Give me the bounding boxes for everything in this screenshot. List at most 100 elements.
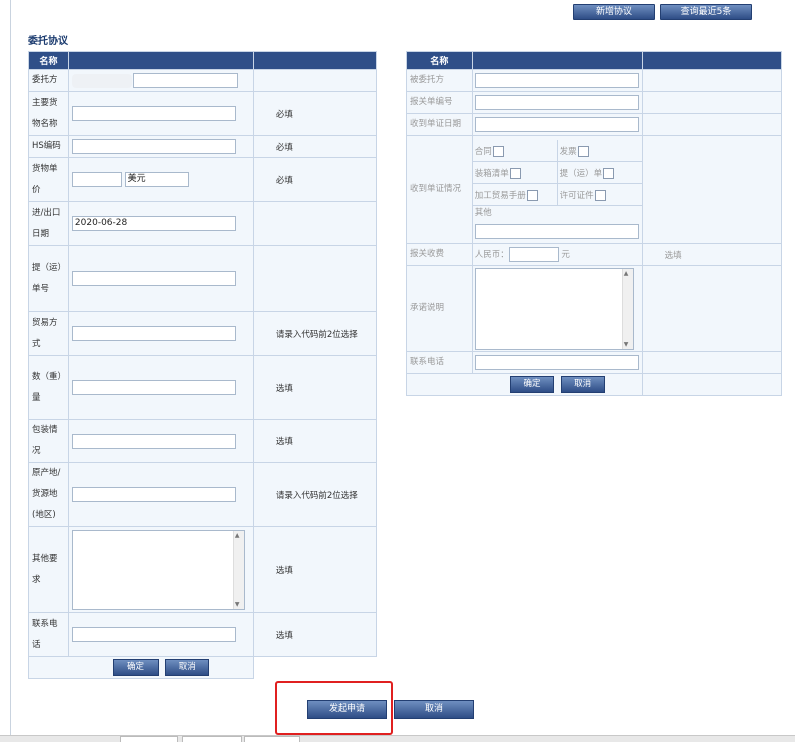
license-label: 许可证件 xyxy=(559,190,594,201)
other-hint: 选填 xyxy=(252,526,378,613)
table-row: 报关单编号 xyxy=(406,91,783,114)
table-row: 原产地/货源地(地区) 请录入代码前2位选择 xyxy=(28,462,378,527)
packing-input[interactable] xyxy=(71,433,236,449)
table-row: 包装情况 选填 xyxy=(28,419,378,463)
promise-textarea[interactable]: ▲ ▼ xyxy=(474,267,634,350)
table-row: 提（运）单号 xyxy=(28,245,378,312)
left-confirm-button[interactable]: 确定 xyxy=(112,659,159,676)
rmb-label: 人民币： xyxy=(474,250,509,260)
table-row: 主要货物名称 必填 xyxy=(28,91,378,136)
name-header: 名称 xyxy=(28,51,69,70)
table-row: 收到单证情况 合同 发票 装箱清单 提（运）单 加工贸易手册 许可证件 其他 xyxy=(406,135,783,244)
yuan-unit: 元 xyxy=(561,250,570,260)
other-textarea[interactable]: ▲ ▼ xyxy=(71,529,245,610)
table-row: 货物单价 美元 必填 xyxy=(28,157,378,202)
processing-manual-checkbox[interactable] xyxy=(526,189,538,201)
table-row: HS编码 必填 xyxy=(28,135,378,158)
origin-label: 原产地/货源地(地区) xyxy=(28,462,69,527)
hs-code-input[interactable] xyxy=(71,139,236,154)
query-recent-button[interactable]: 查询最近5条 xyxy=(660,4,752,20)
invoice-label: 发票 xyxy=(559,146,577,157)
quantity-label: 数（重）量 xyxy=(28,355,69,420)
recv-date-input[interactable] xyxy=(474,117,639,132)
goods-name-label: 主要货物名称 xyxy=(28,91,69,136)
fee-input[interactable] xyxy=(508,247,559,262)
quantity-input[interactable] xyxy=(71,380,236,395)
packing-list-checkbox[interactable] xyxy=(509,167,521,179)
bill-label: 提（运）单 xyxy=(559,168,603,179)
decl-no-input[interactable] xyxy=(474,95,639,110)
phone-label: 联系电话 xyxy=(28,612,69,657)
origin-input[interactable] xyxy=(71,487,236,502)
license-checkbox[interactable] xyxy=(594,189,606,201)
contract-label: 合同 xyxy=(474,146,492,157)
decl-no-label: 报关单编号 xyxy=(406,91,473,114)
unit-price-hint: 必填 xyxy=(252,157,378,202)
other-docs-label: 其他 xyxy=(474,208,492,219)
table-row: 联系电话 选填 xyxy=(28,612,378,657)
table-row: 被委托方 xyxy=(406,69,783,92)
hs-code-hint: 必填 xyxy=(252,135,378,158)
table-row: 其他要求 ▲ ▼ 选填 xyxy=(28,526,378,613)
submit-application-button[interactable]: 发起申请 xyxy=(307,700,387,719)
unit-price-input[interactable] xyxy=(71,172,122,187)
name-header: 名称 xyxy=(406,51,473,70)
bill-checkbox[interactable] xyxy=(603,167,615,179)
consignor-label: 委托方 xyxy=(28,69,69,92)
other-docs-input[interactable] xyxy=(474,224,639,240)
fee-hint: 选填 xyxy=(641,243,783,266)
table-row: 承诺说明 ▲ ▼ xyxy=(406,265,783,352)
other-label: 其他要求 xyxy=(28,526,69,613)
scrollbar[interactable]: ▲ ▼ xyxy=(621,268,633,349)
bottom-tab[interactable] xyxy=(244,736,300,742)
table-row: 收到单证日期 xyxy=(406,113,783,136)
contract-checkbox[interactable] xyxy=(492,145,504,157)
right-phone-input[interactable] xyxy=(474,355,639,370)
bill-label: 提（运）单号 xyxy=(28,245,69,312)
processing-manual-label: 加工贸易手册 xyxy=(474,190,526,201)
bottom-tab[interactable] xyxy=(120,736,178,742)
bottom-tab[interactable] xyxy=(182,736,242,742)
origin-hint: 请录入代码前2位选择 xyxy=(252,462,378,527)
recv-date-label: 收到单证日期 xyxy=(406,113,473,136)
scrollbar[interactable]: ▲ ▼ xyxy=(232,530,244,609)
table-row: 贸易方式 请录入代码前2位选择 xyxy=(28,311,378,356)
bill-input[interactable] xyxy=(71,271,236,286)
quantity-hint: 选填 xyxy=(252,355,378,420)
table-row: 联系电话 xyxy=(406,351,783,374)
date-input[interactable]: 2020-06-28 xyxy=(71,216,236,231)
entrusted-input[interactable] xyxy=(474,73,639,88)
footer-cancel-button[interactable]: 取消 xyxy=(394,700,474,719)
invoice-checkbox[interactable] xyxy=(577,145,589,157)
consignor-input[interactable] xyxy=(132,73,238,88)
trade-mode-hint: 请录入代码前2位选择 xyxy=(252,311,378,356)
phone-input[interactable] xyxy=(71,627,236,642)
table-row: 报关收费 人民币： 元 选填 xyxy=(406,243,783,266)
phone-hint: 选填 xyxy=(252,612,378,657)
right-phone-label: 联系电话 xyxy=(406,351,473,374)
blurred-value xyxy=(71,73,132,88)
trade-mode-label: 贸易方式 xyxy=(28,311,69,356)
table-row: 数（重）量 选填 xyxy=(28,355,378,420)
promise-label: 承诺说明 xyxy=(406,265,473,352)
right-cancel-button[interactable]: 取消 xyxy=(560,376,605,393)
goods-name-input[interactable] xyxy=(71,106,236,121)
recv-status-label: 收到单证情况 xyxy=(406,135,473,244)
unit-price-label: 货物单价 xyxy=(28,157,69,202)
new-agreement-button[interactable]: 新增协议 xyxy=(573,4,655,20)
section-title: 委托协议 xyxy=(28,36,68,47)
currency-select[interactable]: 美元 xyxy=(124,172,189,187)
right-confirm-button[interactable]: 确定 xyxy=(509,376,554,393)
table-row: 进/出口日期 2020-06-28 xyxy=(28,201,378,246)
entrusted-form-table: 名称 被委托方 报关单编号 收到单证日期 收到单证情况 合同 发票 装箱清单 提… xyxy=(406,51,783,396)
goods-name-hint: 必填 xyxy=(252,91,378,136)
consignor-form-table: 名称 委托方 主要货物名称 必填 HS编码 必填 货物单价 美元 必填 进/出口… xyxy=(28,51,378,679)
entrusted-label: 被委托方 xyxy=(406,69,473,92)
hs-code-label: HS编码 xyxy=(28,135,69,158)
trade-mode-input[interactable] xyxy=(71,326,236,341)
packing-list-label: 装箱清单 xyxy=(474,168,509,179)
date-label: 进/出口日期 xyxy=(28,201,69,246)
left-cancel-button[interactable]: 取消 xyxy=(165,659,210,676)
fee-label: 报关收费 xyxy=(406,243,473,266)
packing-hint: 选填 xyxy=(252,419,378,463)
